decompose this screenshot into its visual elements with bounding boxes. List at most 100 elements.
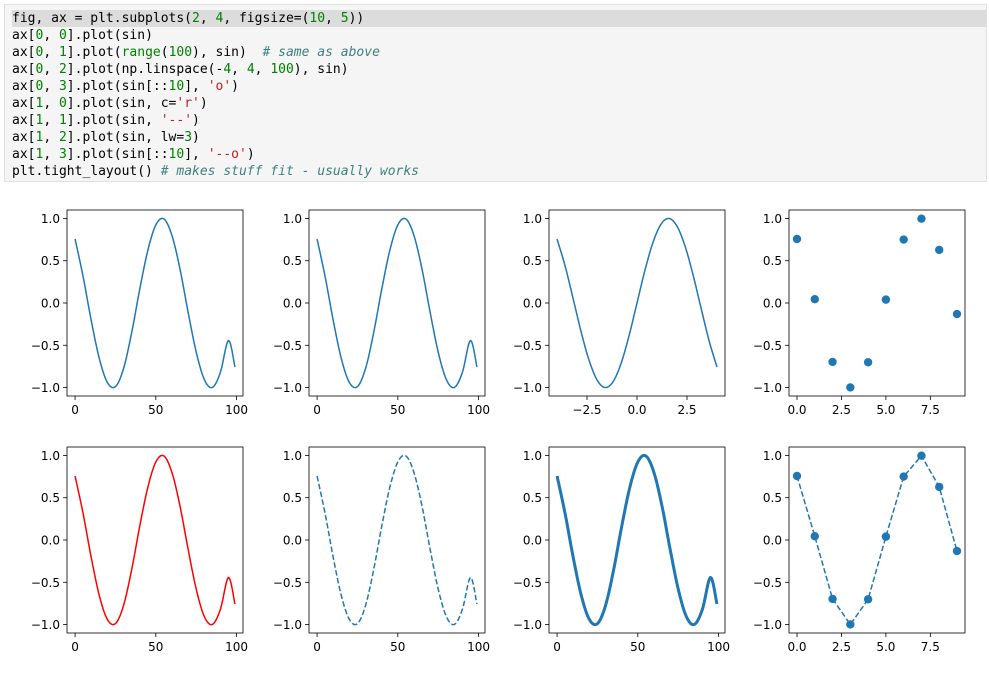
code-token: ), sin)	[192, 45, 263, 60]
code-line: ax[1, 0].plot(sin, c='r')	[12, 95, 208, 112]
code-token: 3	[58, 147, 67, 162]
subplot-ax-0-0: 1.0 0.5 0.0 −0.5 −1.0 0 50 100	[31, 209, 248, 417]
x-tick-label: 0.0	[787, 640, 806, 654]
code-token: (	[160, 45, 169, 60]
code-token: ,	[43, 130, 59, 145]
y-tick-label: 0.5	[41, 254, 60, 268]
y-tick-label: −1.0	[31, 381, 60, 395]
code-token: ))	[348, 11, 365, 26]
code-token: ax[	[12, 130, 36, 145]
code-token: ].plot(sin, lw=	[66, 130, 185, 145]
data-point	[863, 595, 873, 604]
subplot-ax-0-2: 1.0 0.5 0.0 −0.5 −1.0 −2.5 0.0 2.5	[513, 209, 726, 417]
y-tick-label: 0.0	[523, 297, 542, 311]
x-tick-label: 100	[707, 640, 730, 654]
axes-frame	[548, 446, 726, 634]
data-point	[935, 245, 944, 255]
code-token: 2	[192, 11, 200, 26]
x-tick-label: 0	[313, 403, 321, 417]
code-token: ,	[43, 147, 59, 162]
data-point	[828, 594, 837, 604]
y-tick-label: 1.0	[523, 449, 542, 463]
series-line	[74, 454, 236, 626]
code-token: 2	[58, 130, 67, 145]
data-point	[792, 471, 802, 481]
data-point	[917, 214, 926, 223]
y-tick-label: 0.0	[283, 534, 302, 548]
code-token: fig, ax = plt.subplots(	[12, 11, 193, 26]
code-token: ,	[43, 28, 59, 43]
y-tick-label: −1.0	[273, 618, 302, 632]
data-point	[881, 532, 891, 541]
y-tick-label: 0.0	[41, 297, 60, 311]
data-point	[846, 620, 855, 629]
x-tick-label: 50	[630, 640, 645, 654]
x-tick-label: 2.5	[677, 403, 696, 417]
series-line	[316, 217, 478, 389]
y-tick-label: −0.5	[273, 339, 302, 353]
data-point	[810, 531, 819, 541]
code-token: ].plot(sin[::	[66, 147, 169, 162]
code-token: ax[	[12, 28, 36, 43]
y-tick-label: −0.5	[31, 339, 60, 353]
x-tick-label: 100	[467, 640, 490, 654]
y-tick-label: −1.0	[753, 381, 782, 395]
code-line: ax[0, 0].plot(sin)	[12, 27, 153, 44]
code-token: ,	[43, 96, 59, 111]
y-tick-label: 0.0	[763, 297, 782, 311]
code-token: ],	[184, 147, 208, 162]
data-point	[792, 234, 802, 244]
x-tick-label: 7.5	[921, 403, 940, 417]
subplot-ax-0-1: 1.0 0.5 0.0 −0.5 −1.0 0 50 100	[273, 209, 490, 417]
code-token: ax[	[12, 96, 36, 111]
y-tick-label: −0.5	[31, 576, 60, 590]
y-tick-label: 0.0	[41, 534, 60, 548]
x-tick-label: 50	[390, 403, 405, 417]
y-tick-label: 0.5	[523, 254, 542, 268]
data-point	[952, 546, 962, 556]
x-tick-label: 50	[148, 640, 163, 654]
code-cell[interactable]: fig, ax = plt.subplots(2, 4, figsize=(10…	[4, 4, 987, 182]
y-tick-label: 1.0	[41, 449, 60, 463]
data-point	[935, 482, 944, 492]
series-line	[74, 217, 236, 389]
subplot-ax-1-2: 1.0 0.5 0.0 −0.5 −1.0 0 50 100	[513, 446, 730, 654]
data-point	[899, 472, 908, 481]
x-tick-label: 0	[313, 640, 321, 654]
code-token: # makes stuff fit - usually works	[160, 164, 419, 179]
x-tick-label: 0	[71, 403, 79, 417]
x-tick-label: 50	[390, 640, 405, 654]
y-tick-label: −1.0	[513, 618, 542, 632]
code-token: , figsize=(	[223, 11, 310, 26]
y-tick-label: 1.0	[763, 449, 782, 463]
data-point	[863, 358, 873, 367]
code-token: 100	[270, 62, 294, 77]
code-line: ax[0, 1].plot(range(100), sin) # same as…	[12, 44, 380, 61]
code-token: ax[	[12, 45, 36, 60]
code-token: 0	[58, 96, 67, 111]
x-tick-label: 100	[225, 640, 248, 654]
code-token: ],	[184, 79, 208, 94]
code-token: ax[	[12, 62, 36, 77]
code-token: ].plot(sin)	[66, 28, 153, 43]
axes-frame	[66, 209, 244, 397]
code-token: 3	[184, 130, 193, 145]
code-line: fig, ax = plt.subplots(2, 4, figsize=(10…	[12, 10, 986, 27]
axes-frame	[308, 209, 486, 397]
subplot-ax-1-0: 1.0 0.5 0.0 −0.5 −1.0 0 50 100	[31, 446, 248, 654]
y-tick-label: 0.5	[283, 491, 302, 505]
x-tick-label: 2.5	[832, 640, 851, 654]
x-tick-label: −2.5	[572, 403, 601, 417]
code-token: 10	[168, 147, 185, 162]
code-token: )	[246, 147, 255, 162]
data-point	[828, 357, 837, 367]
y-tick-label: −0.5	[753, 576, 782, 590]
y-tick-label: 0.5	[763, 254, 782, 268]
code-token: ].plot(	[66, 45, 122, 60]
x-tick-label: 100	[225, 403, 248, 417]
y-tick-label: 0.0	[763, 534, 782, 548]
subplot-ax-1-1: 1.0 0.5 0.0 −0.5 −1.0 0 50 100	[273, 446, 490, 654]
series-line	[316, 454, 478, 626]
y-tick-label: −1.0	[513, 381, 542, 395]
code-token: ax[	[12, 113, 36, 128]
